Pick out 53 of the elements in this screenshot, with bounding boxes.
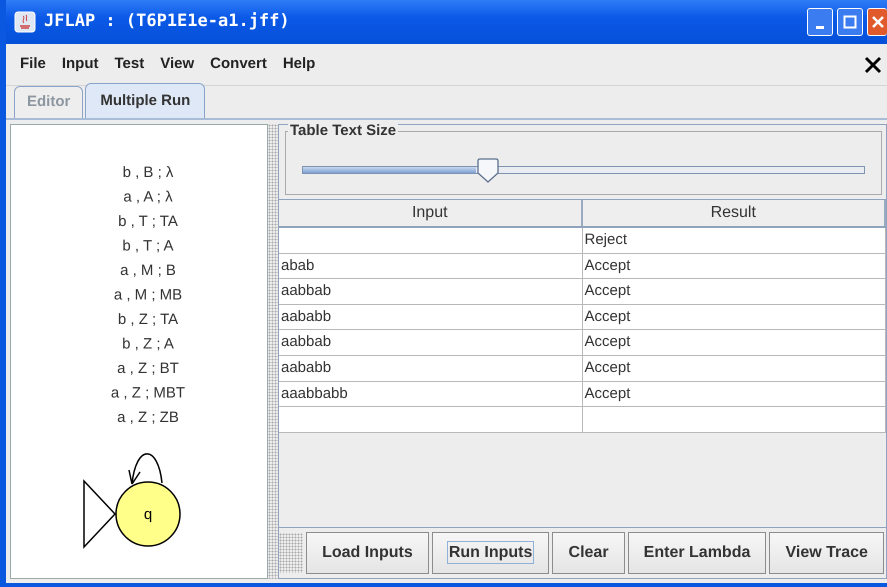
app-icon (14, 11, 36, 33)
slider-track[interactable] (302, 166, 865, 174)
result-cell: Accept (582, 382, 886, 406)
transition-label: a , M ; MB (114, 286, 182, 304)
menu-item[interactable]: Input (54, 53, 106, 76)
toolbar-button[interactable]: Clear (552, 532, 625, 574)
state-name: q (144, 506, 152, 523)
menu-item[interactable]: Test (106, 53, 152, 76)
slider-thumb[interactable] (476, 158, 500, 184)
result-cell: Accept (582, 304, 886, 330)
transition-label: a , Z ; BT (117, 360, 179, 377)
toolbar-grip[interactable] (279, 533, 303, 573)
transition-label: b , T ; A (122, 238, 174, 254)
window-title: JFLAP : (T6P1E1e-a1.jff) (44, 10, 290, 34)
transition-label: b , Z ; A (122, 336, 174, 352)
transition-label: a , A ; λ (123, 188, 173, 206)
input-cell[interactable]: aaabbabb (279, 382, 582, 406)
result-cell: Accept (582, 356, 886, 381)
toolbar-button[interactable]: Run Inputs (432, 532, 550, 574)
transition-label: b , Z ; TA (118, 311, 178, 328)
split-bar[interactable] (268, 124, 278, 579)
result-cell: Reject (582, 228, 886, 253)
toolbar-button[interactable]: View Trace (769, 532, 884, 574)
menu-item[interactable]: View (152, 53, 202, 76)
toolbar-button[interactable]: Load Inputs (306, 532, 429, 574)
input-cell[interactable]: abab (279, 254, 582, 278)
transition-label: b , B ; λ (122, 164, 174, 181)
close-button[interactable] (867, 8, 887, 36)
input-cell[interactable]: aabbab (279, 279, 582, 304)
menu-item[interactable]: File (12, 53, 54, 76)
menu-item[interactable]: Convert (202, 53, 275, 76)
result-cell: Accept (582, 254, 886, 278)
loop-arrow (128, 453, 163, 485)
column-header[interactable]: Input (279, 200, 582, 226)
result-cell: Accept (582, 330, 886, 355)
result-cell: Accept (582, 279, 886, 304)
transition-label: a , Z ; MBT (110, 384, 186, 402)
state-node[interactable] (115, 481, 181, 547)
toolbar-button[interactable]: Enter Lambda (628, 532, 766, 574)
tab[interactable]: Multiple Run (85, 82, 206, 118)
minimize-button[interactable] (807, 8, 833, 36)
transition-label: a , Z ; ZB (117, 409, 179, 426)
transition-label: a , M ; B (120, 262, 176, 279)
maximize-button[interactable] (837, 8, 863, 36)
close-icon (870, 15, 884, 29)
menu-item[interactable]: Help (274, 53, 324, 76)
transition-label: b , T ; TA (118, 213, 178, 230)
minimize-icon (816, 26, 824, 28)
input-cell[interactable]: aababb (279, 356, 582, 381)
maximize-icon (843, 15, 857, 29)
column-header[interactable]: Result (582, 200, 886, 226)
input-cell[interactable]: aababb (279, 304, 582, 330)
input-cell[interactable]: aabbab (279, 330, 582, 355)
